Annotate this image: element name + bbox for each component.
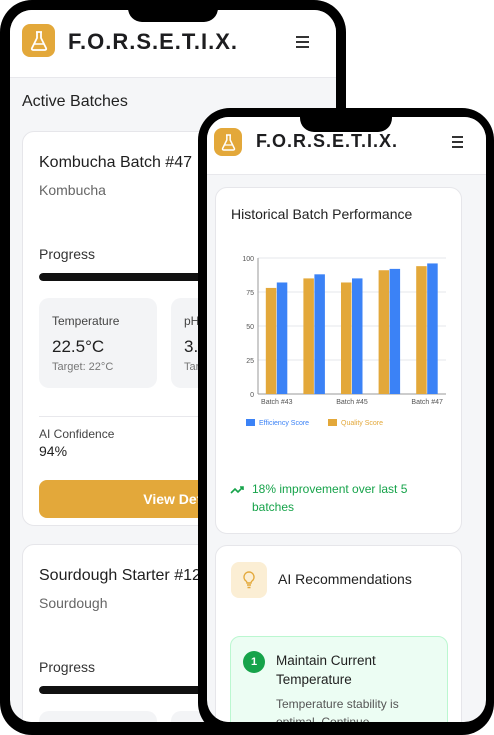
recommendation-number: 1 (243, 651, 265, 673)
legend-label: Quality Score (341, 420, 383, 427)
batch-name: Kombucha Batch #47 (39, 154, 192, 171)
y-tick-label: 100 (242, 256, 254, 263)
bar-efficiency-score (276, 282, 288, 394)
recommendation-text: Temperature stability is optimal. Contin… (276, 697, 399, 722)
metric-temperature: Temperature 22.5°C Target: 22°C (39, 298, 157, 388)
y-tick-label: 75 (246, 290, 254, 297)
legend-label: Efficiency Score (259, 420, 309, 427)
y-tick-label: 50 (246, 324, 254, 331)
batch-name: Sourdough Starter #12 (39, 567, 201, 584)
metric-label: Temperature (52, 314, 120, 328)
recommendation-item[interactable]: 1 Maintain Current Temperature Temperatu… (230, 636, 448, 722)
x-tick-label: Batch #45 (336, 399, 368, 406)
metric-target: Tar (184, 361, 200, 373)
metric-temperature (39, 711, 157, 722)
x-tick-label: Batch #43 (261, 399, 293, 406)
metric-value: 22.5°C (52, 337, 105, 356)
bar-quality-score (303, 278, 314, 394)
progress-bar-fill (39, 686, 213, 694)
recommendations-title: AI Recommendations (278, 571, 412, 587)
ai-recommendations-card: AI Recommendations 1 Maintain Current Te… (215, 545, 462, 722)
bar-efficiency-score (427, 263, 438, 394)
performance-chart-card: Historical Batch Performance 0 25 50 75 100 B… (215, 187, 462, 534)
bar-quality-score (378, 270, 390, 394)
batch-type: Sourdough (39, 595, 108, 611)
progress-label: Progress (39, 659, 96, 675)
bar-efficiency-score (389, 268, 401, 394)
hamburger-menu-icon[interactable] (296, 36, 309, 48)
legend-swatch (328, 419, 337, 426)
y-tick-label: 25 (246, 358, 254, 365)
phone-notch (300, 108, 392, 132)
ai-confidence-value: 94% (39, 443, 68, 459)
bar-quality-score (265, 287, 277, 394)
phone-frame-right: F.O.R.S.E.T.I.X. Historical Batch Perfor… (198, 108, 494, 735)
bar-quality-score (416, 266, 427, 394)
chart-title: Historical Batch Performance (231, 206, 413, 222)
y-tick-label: 0 (250, 392, 254, 399)
x-tick-label: Batch #47 (411, 399, 443, 406)
progress-label: Progress (39, 246, 96, 262)
bar-efficiency-score (352, 278, 363, 394)
brand-name[interactable]: F.O.R.S.E.T.I.X. (256, 131, 398, 152)
phone-notch (128, 0, 218, 22)
bar-quality-score (341, 282, 352, 394)
hamburger-menu-icon[interactable] (452, 136, 463, 148)
brand-name[interactable]: F.O.R.S.E.T.I.X. (68, 29, 238, 55)
phone-screen-right: F.O.R.S.E.T.I.X. Historical Batch Perfor… (207, 117, 486, 722)
lightbulb-icon (231, 562, 267, 598)
flask-icon[interactable] (22, 24, 55, 57)
recommendation-title: Maintain Current Temperature (276, 653, 376, 687)
ai-confidence-label: AI Confidence (39, 427, 115, 441)
trending-up-icon (230, 483, 244, 497)
legend-swatch (246, 419, 255, 426)
improvement-text: 18% improvement over last 5 batches (252, 482, 408, 514)
metric-target: Target: 22°C (52, 361, 114, 373)
bar-efficiency-score (314, 274, 325, 394)
bar-chart: 0 25 50 75 100 Batch #43 Batch #45 Batch #47 Eff… (242, 256, 446, 427)
flask-icon[interactable] (214, 128, 242, 156)
batch-type: Kombucha (39, 182, 106, 198)
section-title: Active Batches (22, 93, 128, 110)
